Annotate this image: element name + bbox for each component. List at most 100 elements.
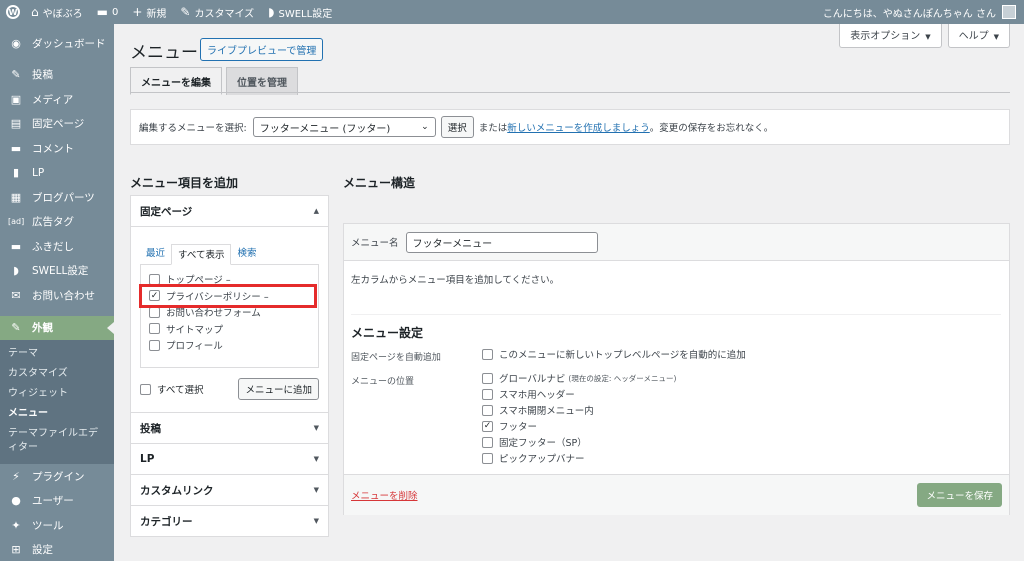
- custom-links-panel: カスタムリンク ▼: [130, 475, 329, 506]
- main-content: 表示オプション ▼ ヘルプ ▼ メニュー ライブプレビューで管理 メニューを編集 位…: [114, 24, 1024, 561]
- lp-icon: ▮: [12, 166, 20, 180]
- greeting-text: こんにちは、やぬさんぽんちゃん さん: [822, 8, 996, 20]
- menu-name-row: メニュー名 フッターメニュー: [344, 224, 1009, 261]
- menu-name-input[interactable]: フッターメニュー: [405, 231, 598, 253]
- select-all-checkbox[interactable]: すべて選択: [140, 382, 203, 396]
- admin-sidebar: ◉ ダッシュボード ✎ 投稿 ▣ メディア ▤ 固定ページ ▬ コメント ▮ LP ▦ ブログ…: [0, 24, 114, 561]
- posts-panel-header[interactable]: 投稿 ▼: [131, 413, 328, 443]
- sidebar-item-ad-tags[interactable]: [ad] 広告タグ: [0, 210, 114, 235]
- sidebar-item-users[interactable]: ● ユーザー: [0, 489, 114, 514]
- checkbox[interactable]: [149, 339, 160, 351]
- add-items-column: 固定ページ ▲ 最近 すべて表示 検索 トップページ – ✓ プライバシーポリシー…: [130, 195, 329, 537]
- account-menu[interactable]: こんにちは、やぬさんぽんちゃん さん: [823, 5, 1024, 20]
- page-checkbox-row[interactable]: プロフィール: [149, 337, 310, 354]
- save-menu-button[interactable]: メニューを保存: [917, 483, 1002, 507]
- sidebar-item-comments[interactable]: ▬ コメント: [0, 136, 114, 161]
- auto-add-checkbox-row[interactable]: このメニューに新しいトップレベルページを自動的に追加: [482, 346, 746, 362]
- tab-view-all[interactable]: すべて表示: [171, 244, 232, 265]
- pin-icon: ✎: [11, 68, 21, 82]
- select-menu-label: 編集するメニューを選択:: [139, 123, 247, 134]
- add-to-menu-button[interactable]: メニューに追加: [238, 378, 319, 400]
- submenu-item-widgets[interactable]: ウィジェット: [0, 384, 114, 404]
- save-reminder-text: 。変更の保存をお忘れなく。: [649, 123, 774, 134]
- sidebar-item-swell-settings[interactable]: ◗ SWELL設定: [0, 259, 114, 284]
- sidebar-item-balloons[interactable]: ▬ ふきだし: [0, 234, 114, 259]
- swell-icon: ◗: [13, 264, 19, 278]
- location-checkbox-row[interactable]: スマホ用ヘッダー: [482, 386, 676, 402]
- sidebar-item-posts[interactable]: ✎ 投稿: [0, 63, 114, 88]
- divider: [351, 314, 1001, 315]
- customize-link[interactable]: ✎ カスタマイズ: [173, 0, 261, 24]
- swell-icon: ◗: [268, 5, 275, 19]
- posts-panel: 投稿 ▼: [130, 413, 329, 444]
- sidebar-item-appearance[interactable]: ✎ 外観: [0, 315, 114, 340]
- sidebar-item-media[interactable]: ▣ メディア: [0, 87, 114, 112]
- caret-down-icon: ▼: [313, 517, 319, 525]
- pages-panel-footer: すべて選択 メニューに追加: [140, 378, 319, 400]
- menu-footer-actions: メニューを削除 メニューを保存: [344, 474, 1009, 515]
- sidebar-item-blog-parts[interactable]: ▦ ブログパーツ: [0, 185, 114, 210]
- screen-options-button[interactable]: 表示オプション ▼: [839, 24, 942, 48]
- sidebar-item-pages[interactable]: ▤ 固定ページ: [0, 112, 114, 137]
- checkbox[interactable]: [149, 306, 160, 318]
- create-new-menu-link[interactable]: 新しいメニューを作成しましょう: [507, 120, 650, 134]
- custom-links-panel-header[interactable]: カスタムリンク ▼: [131, 475, 328, 505]
- help-button[interactable]: ヘルプ ▼: [947, 24, 1010, 48]
- page-title: メニュー: [130, 43, 198, 63]
- media-icon: ▣: [10, 92, 22, 106]
- checkbox[interactable]: [140, 383, 151, 395]
- live-preview-button[interactable]: ライブプレビューで管理: [200, 38, 324, 61]
- tool-icon: ✦: [11, 518, 21, 532]
- menu-location-label: メニューの位置: [351, 377, 415, 387]
- lp-panel: LP ▼: [130, 444, 329, 475]
- admin-bar: W ⌂ やぼぶろ ▬ 0 + 新規 ✎ カスタマイズ ◗ SWELL設定 こんにちは、やぬ…: [0, 0, 1024, 24]
- submenu-item-customize[interactable]: カスタマイズ: [0, 364, 114, 384]
- new-content-link[interactable]: + 新規: [125, 0, 173, 24]
- home-icon: ⌂: [31, 5, 39, 19]
- pages-panel-header[interactable]: 固定ページ ▲: [131, 196, 328, 226]
- checkbox-checked[interactable]: ✓: [482, 420, 493, 432]
- page-checkbox-row[interactable]: サイトマップ: [149, 321, 310, 338]
- tab-edit-menus[interactable]: メニューを編集: [130, 67, 222, 95]
- site-name-link[interactable]: ⌂ やぼぶろ: [24, 0, 90, 24]
- checkbox[interactable]: [482, 404, 493, 416]
- balloon-icon: ▬: [10, 239, 22, 253]
- submenu-item-themes[interactable]: テーマ: [0, 344, 114, 364]
- submenu-item-theme-editor[interactable]: テーマファイルエディター: [0, 424, 114, 458]
- tab-manage-locations[interactable]: 位置を管理: [226, 67, 298, 95]
- checkbox[interactable]: [482, 436, 493, 448]
- page-icon: ▤: [10, 117, 22, 131]
- delete-menu-link[interactable]: メニューを削除: [351, 488, 418, 502]
- tab-search[interactable]: 検索: [231, 243, 262, 264]
- location-checkbox-row[interactable]: ピックアップバナー: [482, 450, 676, 466]
- location-checkbox-row[interactable]: 固定フッター（SP）: [482, 434, 676, 450]
- auto-add-label: 固定ページを自動追加: [351, 353, 441, 363]
- auto-add-options: このメニューに新しいトップレベルページを自動的に追加: [482, 346, 746, 362]
- checkbox[interactable]: [149, 323, 160, 335]
- sidebar-item-lp[interactable]: ▮ LP: [0, 161, 114, 186]
- checkbox[interactable]: [482, 372, 493, 384]
- submenu-item-menus[interactable]: メニュー: [0, 404, 114, 424]
- checkbox[interactable]: [482, 452, 493, 464]
- checkbox[interactable]: [482, 388, 493, 400]
- caret-down-icon: ▼: [313, 455, 319, 463]
- menu-select-dropdown[interactable]: フッターメニュー (フッター) ⌄: [252, 117, 436, 137]
- comments-link[interactable]: ▬ 0: [90, 0, 126, 24]
- lp-panel-header[interactable]: LP ▼: [131, 444, 328, 474]
- sidebar-item-dashboard[interactable]: ◉ ダッシュボード: [0, 31, 114, 56]
- sidebar-item-tools[interactable]: ✦ ツール: [0, 513, 114, 538]
- tab-recent[interactable]: 最近: [140, 243, 171, 264]
- sidebar-item-settings[interactable]: ⊞ 設定: [0, 538, 114, 561]
- caret-up-icon: ▲: [313, 207, 319, 215]
- swell-settings-link[interactable]: ◗ SWELL設定: [261, 0, 339, 24]
- location-checkbox-row[interactable]: グローバルナビ (現在の設定: ヘッダーメニュー): [482, 370, 676, 386]
- wordpress-logo-icon[interactable]: W: [2, 1, 24, 23]
- location-checkbox-row[interactable]: ✓ フッター: [482, 418, 676, 434]
- menu-hint-text: 左カラムからメニュー項目を追加してください。: [351, 275, 560, 286]
- categories-panel-header[interactable]: カテゴリー ▼: [131, 506, 328, 536]
- checkbox[interactable]: [482, 348, 493, 360]
- sidebar-item-plugins[interactable]: ⚡ プラグイン: [0, 464, 114, 489]
- select-menu-button[interactable]: 選択: [440, 116, 474, 138]
- location-checkbox-row[interactable]: スマホ開閉メニュー内: [482, 402, 676, 418]
- sidebar-item-contact[interactable]: ✉ お問い合わせ: [0, 283, 114, 308]
